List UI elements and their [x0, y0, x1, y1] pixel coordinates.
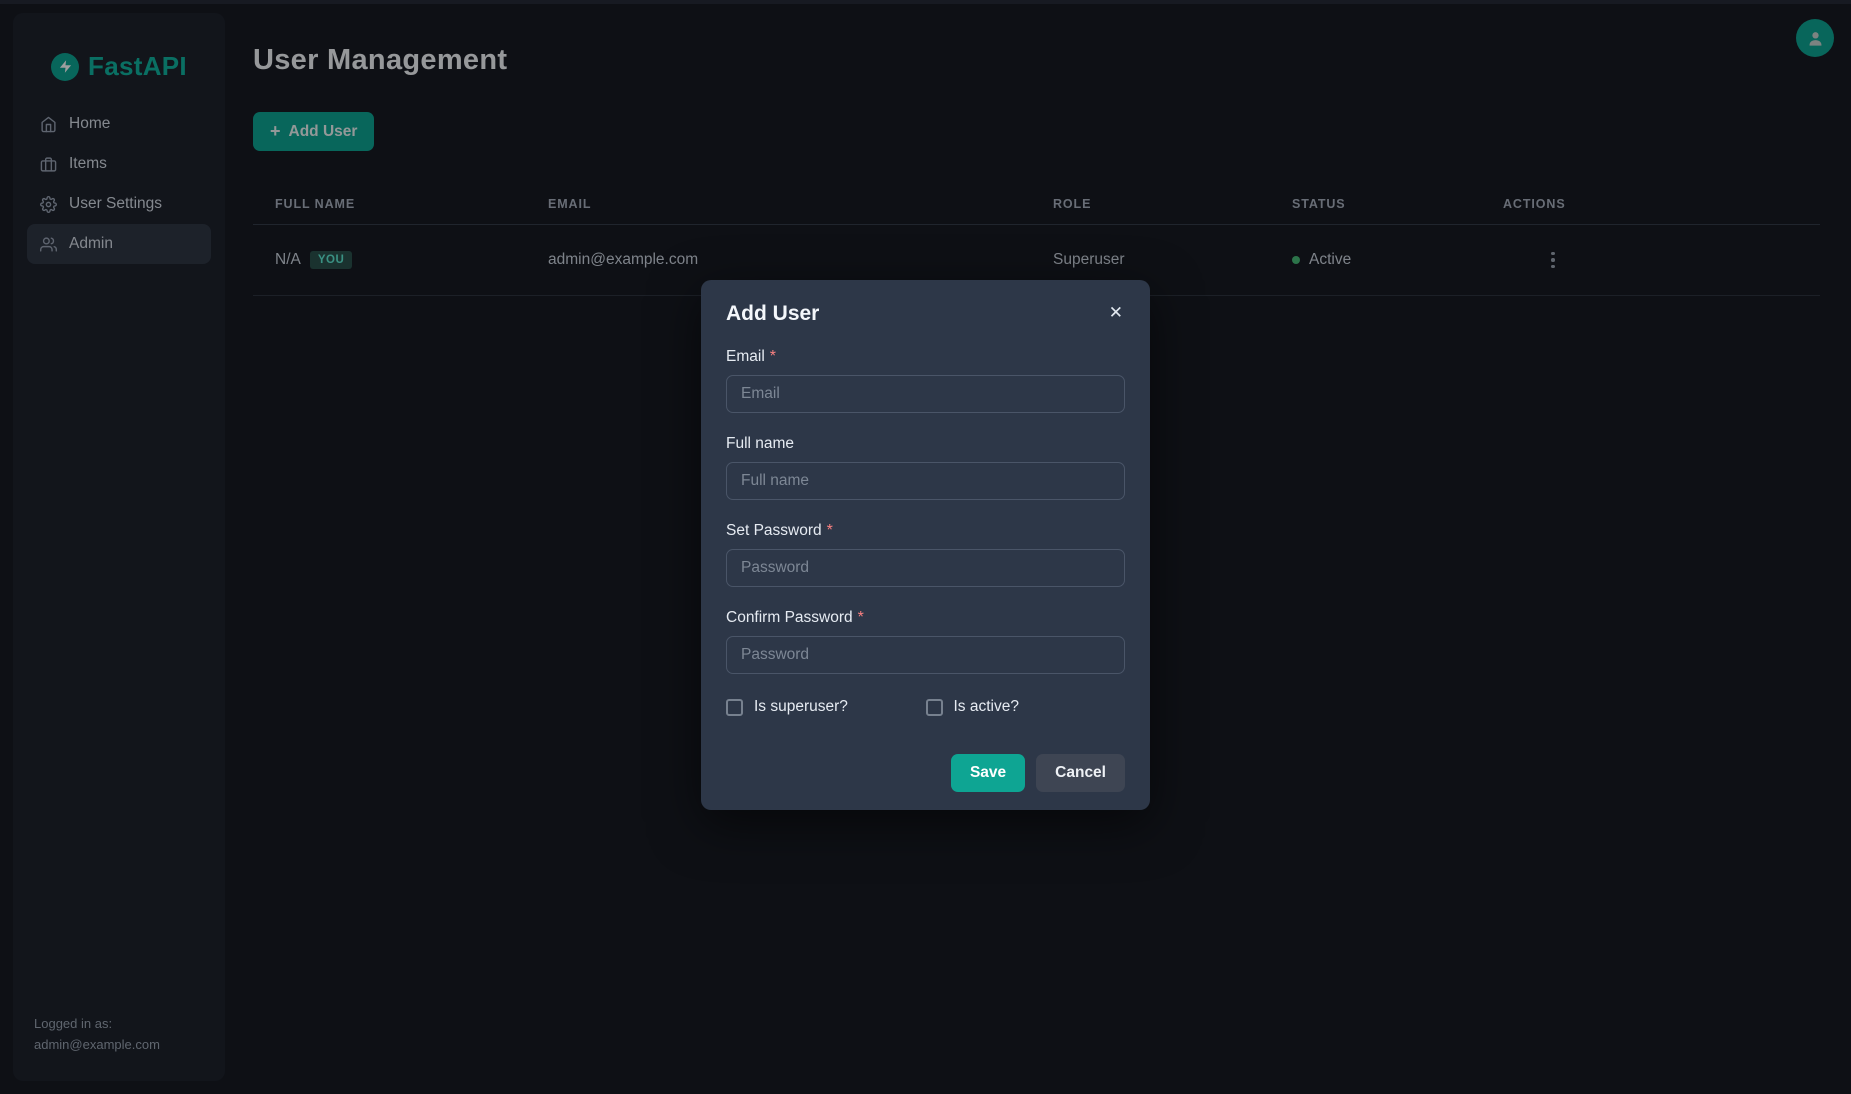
- set-password-field[interactable]: [726, 549, 1125, 587]
- is-superuser-label: Is superuser?: [754, 698, 848, 716]
- full-name-field[interactable]: [726, 462, 1125, 500]
- email-field-group: Email *: [726, 348, 1125, 413]
- add-user-modal: Add User ✕ Email * Full name Set Password…: [701, 280, 1150, 810]
- required-marker: *: [770, 348, 776, 365]
- confirm-password-field-label: Confirm Password: [726, 609, 853, 626]
- modal-footer: Save Cancel: [726, 754, 1125, 792]
- app-window: FastAPI Home Items: [0, 0, 1851, 1094]
- set-password-field-group: Set Password *: [726, 522, 1125, 587]
- modal-header: Add User ✕: [726, 302, 1125, 326]
- email-field[interactable]: [726, 375, 1125, 413]
- is-superuser-checkbox[interactable]: Is superuser?: [726, 698, 926, 716]
- confirm-password-field-group: Confirm Password *: [726, 609, 1125, 674]
- required-marker: *: [827, 522, 833, 539]
- email-field-label: Email: [726, 348, 765, 365]
- close-icon[interactable]: ✕: [1109, 304, 1123, 321]
- full-name-field-group: Full name: [726, 435, 1125, 500]
- full-name-field-label: Full name: [726, 435, 794, 452]
- save-button[interactable]: Save: [951, 754, 1025, 792]
- confirm-password-field[interactable]: [726, 636, 1125, 674]
- modal-title: Add User: [726, 302, 819, 326]
- is-active-checkbox[interactable]: Is active?: [926, 698, 1126, 716]
- modal-checkbox-row: Is superuser? Is active?: [726, 698, 1125, 716]
- is-active-label: Is active?: [954, 698, 1019, 716]
- cancel-button[interactable]: Cancel: [1036, 754, 1125, 792]
- set-password-field-label: Set Password: [726, 522, 822, 539]
- checkbox-icon: [926, 699, 943, 716]
- required-marker: *: [858, 609, 864, 626]
- checkbox-icon: [726, 699, 743, 716]
